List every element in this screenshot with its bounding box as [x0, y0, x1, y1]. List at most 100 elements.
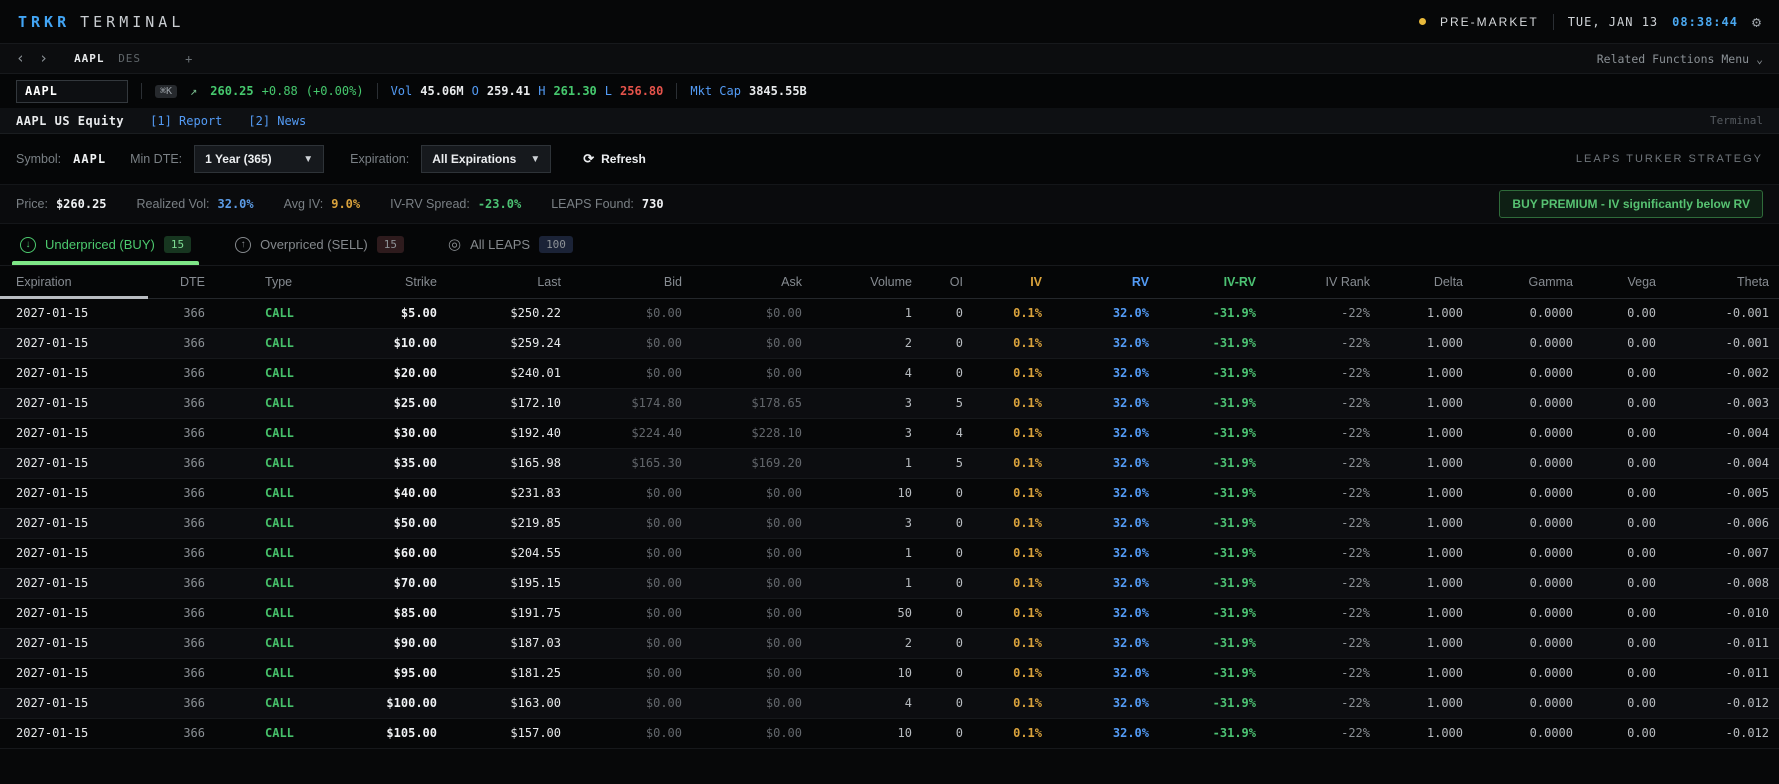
tab-aapl-des[interactable]: AAPL DES — [74, 52, 141, 65]
tab-all-leaps[interactable]: ◎ All LEAPS 100 — [444, 224, 577, 265]
tab-count-badge: 100 — [539, 236, 573, 253]
table-row[interactable]: 2027-01-15 366 CALL $30.00 $192.40 $224.40 $22… — [0, 418, 1779, 448]
logo-secondary: TERMINAL — [80, 12, 185, 31]
column-header-ivrank[interactable]: IV Rank — [1266, 266, 1380, 299]
cell-theta: -0.003 — [1725, 396, 1769, 410]
cell-ivrv: -31.9% — [1212, 366, 1256, 380]
expiration-select[interactable]: All Expirations ▼ — [421, 145, 552, 173]
refresh-button[interactable]: ⟳ Refresh — [577, 150, 652, 168]
cell-ivrv: -31.9% — [1212, 696, 1256, 710]
table-row[interactable]: 2027-01-15 366 CALL $90.00 $187.03 $0.00 $0.00… — [0, 628, 1779, 658]
tab-underpriced-buy[interactable]: ↓ Underpriced (BUY) 15 — [11, 224, 200, 265]
cell-rv: 32.0% — [1112, 426, 1149, 440]
cell-bid: $224.40 — [631, 426, 682, 440]
column-header-oi[interactable]: OI — [922, 266, 973, 299]
cell-expiration: 2027-01-15 — [16, 726, 89, 740]
cell-iv: 0.1% — [1013, 636, 1042, 650]
column-header-dte[interactable]: DTE — [150, 266, 215, 299]
cell-type: CALL — [265, 726, 294, 740]
cell-bid: $0.00 — [645, 606, 682, 620]
cell-delta: 1.000 — [1426, 546, 1463, 560]
table-row[interactable]: 2027-01-15 366 CALL $35.00 $165.98 $165.30 $16… — [0, 448, 1779, 478]
column-header-volume[interactable]: Volume — [812, 266, 922, 299]
tab-symbol: AAPL — [74, 52, 105, 65]
cell-type: CALL — [265, 426, 294, 440]
report-link[interactable]: [1] Report — [150, 114, 222, 128]
cell-gamma: 0.0000 — [1529, 396, 1573, 410]
forward-icon[interactable]: › — [39, 51, 48, 66]
cell-vega: 0.00 — [1627, 396, 1656, 410]
cell-type: CALL — [265, 576, 294, 590]
tab-label: Underpriced (BUY) — [45, 237, 155, 252]
cell-gamma: 0.0000 — [1529, 516, 1573, 530]
cell-rv: 32.0% — [1112, 366, 1149, 380]
column-header-delta[interactable]: Delta — [1380, 266, 1473, 299]
cell-iv: 0.1% — [1013, 456, 1042, 470]
min-dte-select[interactable]: 1 Year (365) ▼ — [194, 145, 325, 173]
table-row[interactable]: 2027-01-15 366 CALL $60.00 $204.55 $0.00 $0.00… — [0, 538, 1779, 568]
function-bar: AAPL US Equity [1] Report [2] News Termi… — [0, 108, 1779, 134]
cell-volume: 10 — [897, 486, 912, 500]
cell-ask: $0.00 — [765, 486, 802, 500]
column-header-ivrv[interactable]: IV-RV — [1159, 266, 1266, 299]
table-row[interactable]: 2027-01-15 366 CALL $85.00 $191.75 $0.00 $0.00… — [0, 598, 1779, 628]
table-row[interactable]: 2027-01-15 366 CALL $100.00 $163.00 $0.00 $0.0… — [0, 688, 1779, 718]
add-tab-button[interactable]: + — [185, 52, 192, 66]
price-group: 260.25 +0.88 (+0.00%) — [210, 84, 363, 98]
symbol-search-input[interactable] — [16, 79, 128, 103]
cell-bid: $0.00 — [645, 516, 682, 530]
tab-overpriced-sell[interactable]: ↑ Overpriced (SELL) 15 — [231, 224, 408, 265]
cell-strike: $105.00 — [386, 726, 437, 740]
table-row[interactable]: 2027-01-15 366 CALL $95.00 $181.25 $0.00 $0.00… — [0, 658, 1779, 688]
column-header-strike[interactable]: Strike — [320, 266, 447, 299]
column-header-last[interactable]: Last — [447, 266, 571, 299]
cell-vega: 0.00 — [1627, 336, 1656, 350]
back-icon[interactable]: ‹ — [16, 51, 25, 66]
cell-ivrank: -22% — [1341, 396, 1370, 410]
buy-premium-signal-badge[interactable]: BUY PREMIUM - IV significantly below RV — [1499, 190, 1763, 218]
stat-ivrv-spread: IV-RV Spread: -23.0% — [390, 197, 521, 211]
column-header-bid[interactable]: Bid — [571, 266, 692, 299]
table-row[interactable]: 2027-01-15 366 CALL $50.00 $219.85 $0.00 $0.00… — [0, 508, 1779, 538]
cell-delta: 1.000 — [1426, 366, 1463, 380]
table-row[interactable]: 2027-01-15 366 CALL $25.00 $172.10 $174.80 $17… — [0, 388, 1779, 418]
table-row[interactable]: 2027-01-15 366 CALL $20.00 $240.01 $0.00 $0.00… — [0, 358, 1779, 388]
cell-dte: 366 — [183, 486, 205, 500]
cell-oi: 0 — [955, 366, 963, 380]
column-header-rv[interactable]: RV — [1052, 266, 1159, 299]
security-title: AAPL US Equity — [16, 113, 125, 128]
min-dte-selected-value: 1 Year (365) — [205, 152, 272, 166]
table-row[interactable]: 2027-01-15 366 CALL $10.00 $259.24 $0.00 $0.00… — [0, 328, 1779, 358]
cell-vega: 0.00 — [1627, 606, 1656, 620]
table-row[interactable]: 2027-01-15 366 CALL $5.00 $250.22 $0.00 $0.00 1… — [0, 298, 1779, 328]
table-row[interactable]: 2027-01-15 366 CALL $40.00 $231.83 $0.00 $0.00… — [0, 478, 1779, 508]
column-header-ask[interactable]: Ask — [692, 266, 812, 299]
column-header-theta[interactable]: Theta — [1666, 266, 1779, 299]
cell-ask: $0.00 — [765, 666, 802, 680]
cell-type: CALL — [265, 546, 294, 560]
news-link[interactable]: [2] News — [248, 114, 306, 128]
mktcap-label: Mkt Cap — [690, 84, 741, 98]
cell-last: $192.40 — [510, 426, 561, 440]
cell-type: CALL — [265, 306, 294, 320]
column-header-expiration[interactable]: Expiration — [0, 266, 150, 299]
price-change-pct: (+0.00%) — [305, 84, 364, 98]
gear-icon[interactable]: ⚙ — [1752, 13, 1761, 31]
cell-volume: 10 — [897, 726, 912, 740]
column-header-gamma[interactable]: Gamma — [1473, 266, 1583, 299]
table-row[interactable]: 2027-01-15 366 CALL $105.00 $157.00 $0.00 $0.0… — [0, 718, 1779, 748]
top-bar: TRKR TERMINAL PRE-MARKET TUE, JAN 13 08:… — [0, 0, 1779, 44]
leaps-found-value: 730 — [641, 197, 664, 211]
related-functions-menu[interactable]: Related Functions Menu ⌄ — [1597, 52, 1763, 66]
column-header-iv[interactable]: IV — [973, 266, 1052, 299]
cell-dte: 366 — [183, 336, 205, 350]
cell-theta: -0.010 — [1725, 606, 1769, 620]
cell-theta: -0.007 — [1725, 546, 1769, 560]
column-header-vega[interactable]: Vega — [1583, 266, 1666, 299]
cell-expiration: 2027-01-15 — [16, 486, 89, 500]
cell-dte: 366 — [183, 576, 205, 590]
cell-theta: -0.011 — [1725, 636, 1769, 650]
column-header-type[interactable]: Type — [215, 266, 320, 299]
table-row[interactable]: 2027-01-15 366 CALL $70.00 $195.15 $0.00 $0.00… — [0, 568, 1779, 598]
horizontal-scrollbar-thumb[interactable] — [0, 296, 148, 299]
